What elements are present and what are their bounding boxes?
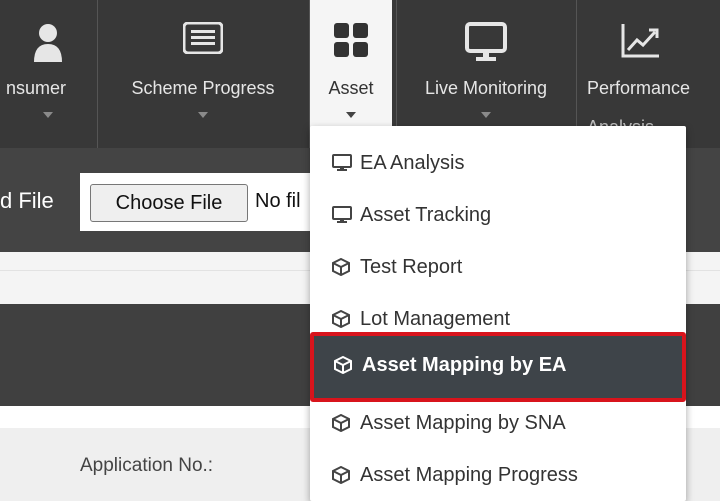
asset-dropdown-menu: EA Analysis Asset Tracking Test Report L… xyxy=(310,126,686,501)
user-icon xyxy=(0,22,96,66)
cube-icon xyxy=(332,309,352,329)
choose-file-button[interactable]: Choose File xyxy=(90,184,248,222)
nav-label-live-monitoring: Live Monitoring xyxy=(424,78,548,98)
nav-label-asset: Asset xyxy=(328,78,374,98)
cube-icon xyxy=(332,413,352,433)
menu-item-asset-mapping-by-ea[interactable]: Asset Mapping by EA xyxy=(310,332,686,402)
menu-item-asset-mapping-progress[interactable]: Asset Mapping Progress xyxy=(310,452,686,498)
cube-icon xyxy=(332,257,352,277)
cube-icon xyxy=(332,465,352,485)
chevron-down-icon xyxy=(198,112,208,118)
application-number-label: Application No.: xyxy=(80,455,214,476)
upload-file-label: d File xyxy=(0,188,54,213)
menu-item-ea-analysis[interactable]: EA Analysis xyxy=(310,140,686,186)
menu-item-asset-tracking[interactable]: Asset Tracking xyxy=(310,192,686,238)
menu-item-label: Lot Management xyxy=(360,308,511,330)
menu-item-label: Asset Mapping by EA xyxy=(362,354,567,376)
chevron-down-icon xyxy=(346,112,356,118)
cube-icon xyxy=(334,355,354,375)
menu-item-label: Asset Tracking xyxy=(360,204,492,226)
menu-item-asset-mapping-by-sna[interactable]: Asset Mapping by SNA xyxy=(310,400,686,446)
file-status-text: No fil xyxy=(255,190,301,212)
nav-label-consumer: nsumer xyxy=(6,78,67,98)
menu-item-label: Asset Mapping Progress xyxy=(360,464,578,486)
monitor-icon xyxy=(397,22,575,66)
nav-item-consumer[interactable]: nsumer xyxy=(0,0,96,148)
menu-item-label: Test Report xyxy=(360,256,463,278)
nav-label-scheme-progress: Scheme Progress xyxy=(131,78,275,98)
chevron-down-icon xyxy=(481,112,491,118)
monitor-icon xyxy=(332,206,352,224)
menu-item-label: Asset Mapping by SNA xyxy=(360,412,566,434)
grid-icon xyxy=(310,22,392,66)
menu-item-test-report[interactable]: Test Report xyxy=(310,244,686,290)
nav-label-performance: Performance xyxy=(587,78,691,98)
monitor-icon xyxy=(332,154,352,172)
menu-item-label: EA Analysis xyxy=(360,152,465,174)
line-chart-icon xyxy=(577,22,720,66)
chevron-down-icon xyxy=(43,112,53,118)
list-card-icon xyxy=(98,22,308,66)
nav-item-scheme-progress[interactable]: Scheme Progress xyxy=(98,0,308,148)
